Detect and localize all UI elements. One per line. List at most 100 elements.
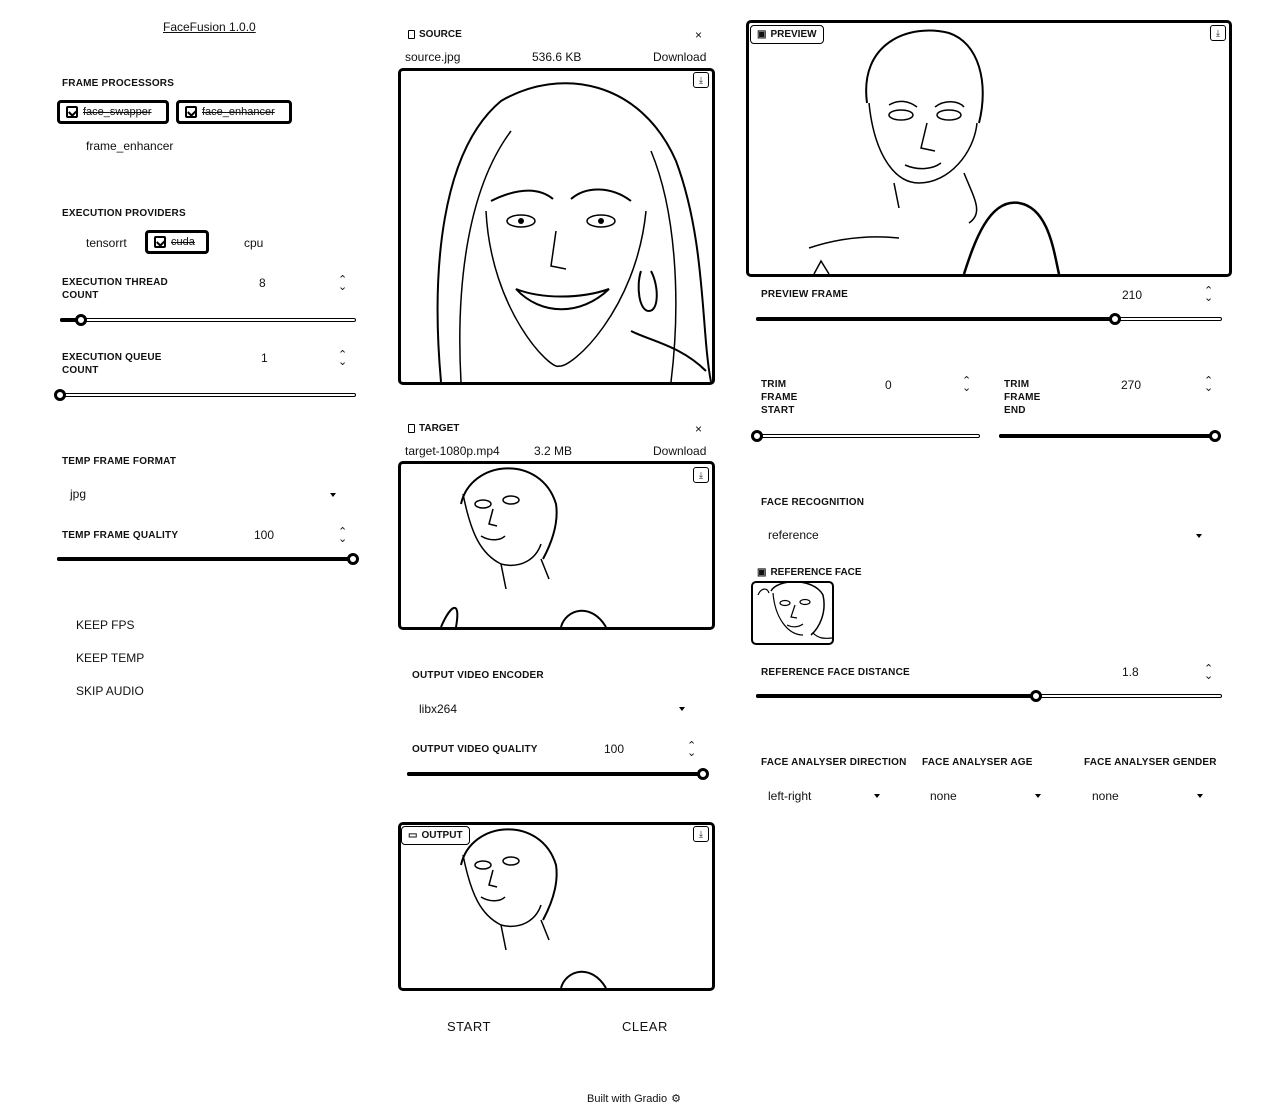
- cuda-checkbox[interactable]: cuda: [145, 230, 209, 254]
- frame-processors-label: FRAME PROCESSORS: [62, 78, 175, 89]
- slider-thumb[interactable]: [1108, 313, 1121, 325]
- stepper-icon[interactable]: ⌃ ⌄: [1204, 286, 1213, 304]
- skip-audio-checkbox[interactable]: SKIP AUDIO: [76, 684, 144, 698]
- file-icon: [408, 424, 415, 433]
- trim-frame-start-label: TRIM FRAME START: [761, 379, 798, 416]
- execution-thread-count-value[interactable]: 8: [259, 276, 266, 290]
- face-recognition-label: FACE RECOGNITION: [761, 497, 865, 508]
- slider-thumb[interactable]: [347, 553, 359, 565]
- trim-frame-start-value[interactable]: 0: [885, 378, 892, 392]
- temp-frame-quality-value[interactable]: 100: [254, 528, 274, 542]
- execution-thread-count-slider[interactable]: [60, 313, 356, 327]
- face-enhancer-label: face_enhancer: [202, 106, 275, 118]
- trim-frame-end-value[interactable]: 270: [1121, 378, 1141, 392]
- download-icon[interactable]: ⤓: [693, 826, 709, 842]
- stepper-icon[interactable]: ⌃ ⌄: [1204, 664, 1213, 682]
- chevron-down-icon[interactable]: [1035, 794, 1041, 798]
- trim-frame-start-slider[interactable]: [751, 429, 980, 443]
- target-download-link[interactable]: Download: [653, 444, 706, 458]
- close-icon[interactable]: ×: [695, 28, 702, 42]
- download-icon[interactable]: ⤓: [1210, 25, 1226, 41]
- chevron-down-icon[interactable]: [1196, 534, 1202, 538]
- execution-queue-count-slider[interactable]: [54, 388, 356, 402]
- output-video-quality-label: OUTPUT VIDEO QUALITY: [412, 744, 538, 755]
- gradio-logo-icon: ⚙: [671, 1093, 681, 1105]
- slider-fill: [756, 694, 1036, 698]
- output-video-encoder-value[interactable]: libx264: [419, 702, 457, 716]
- preview-frame-value[interactable]: 210: [1122, 288, 1142, 302]
- target-video[interactable]: [398, 461, 715, 630]
- output-video-quality-slider[interactable]: [407, 767, 709, 781]
- face-analyser-age-value[interactable]: none: [930, 789, 957, 803]
- video-icon: ▭: [408, 830, 418, 841]
- close-icon[interactable]: ×: [695, 422, 702, 436]
- execution-queue-count-label: EXECUTION QUEUE COUNT: [62, 352, 162, 376]
- reference-face-tag: ▣ REFERENCE FACE: [757, 567, 862, 578]
- slider-thumb[interactable]: [74, 314, 87, 326]
- stepper-icon[interactable]: ⌃ ⌄: [962, 376, 971, 394]
- source-download-link[interactable]: Download: [653, 50, 706, 64]
- stepper-icon[interactable]: ⌃ ⌄: [338, 527, 347, 545]
- temp-frame-quality-slider[interactable]: [57, 552, 359, 566]
- chevron-down-icon[interactable]: [679, 707, 685, 711]
- stepper-icon[interactable]: ⌃ ⌄: [1204, 376, 1213, 394]
- face-analyser-direction-value[interactable]: left-right: [768, 789, 811, 803]
- frame-enhancer-checkbox[interactable]: frame_enhancer: [86, 139, 173, 153]
- slider-fill: [999, 434, 1215, 438]
- slider-fill: [407, 772, 703, 776]
- download-icon[interactable]: ⤓: [693, 467, 709, 483]
- source-tag: SOURCE: [408, 29, 462, 40]
- slider-fill: [756, 317, 1115, 321]
- start-button[interactable]: START: [447, 1019, 491, 1034]
- slider-thumb[interactable]: [1209, 430, 1221, 442]
- cpu-checkbox[interactable]: cpu: [244, 236, 263, 250]
- preview-frame-slider[interactable]: [756, 312, 1222, 326]
- slider-thumb[interactable]: [751, 430, 763, 442]
- execution-thread-count-label: EXECUTION THREAD COUNT: [62, 277, 168, 301]
- tensorrt-checkbox[interactable]: tensorrt: [86, 236, 127, 250]
- source-image[interactable]: [398, 68, 715, 385]
- temp-frame-format-value[interactable]: jpg: [70, 487, 86, 501]
- execution-queue-count-value[interactable]: 1: [261, 351, 268, 365]
- image-icon: ▣: [757, 567, 767, 578]
- stepper-icon[interactable]: ⌃ ⌄: [338, 350, 347, 368]
- face-swapper-checkbox[interactable]: face_swapper: [57, 100, 169, 124]
- slider-thumb[interactable]: [54, 389, 66, 401]
- slider-thumb[interactable]: [1029, 690, 1042, 702]
- chevron-down-icon[interactable]: [330, 493, 336, 497]
- face-enhancer-checkbox[interactable]: face_enhancer: [176, 100, 292, 124]
- image-icon: ▣: [757, 29, 767, 40]
- face-analyser-gender-label: FACE ANALYSER GENDER: [1084, 757, 1217, 768]
- keep-fps-checkbox[interactable]: KEEP FPS: [76, 618, 134, 632]
- output-video[interactable]: [398, 822, 715, 991]
- clear-button[interactable]: CLEAR: [622, 1019, 668, 1034]
- preview-image[interactable]: [746, 20, 1232, 277]
- keep-temp-checkbox[interactable]: KEEP TEMP: [76, 651, 144, 665]
- temp-frame-format-label: TEMP FRAME FORMAT: [62, 456, 177, 467]
- target-filesize: 3.2 MB: [534, 444, 573, 458]
- face-analyser-gender-value[interactable]: none: [1092, 789, 1119, 803]
- download-icon[interactable]: ⤓: [693, 72, 709, 88]
- reference-face-distance-value[interactable]: 1.8: [1122, 665, 1139, 679]
- trim-frame-end-slider[interactable]: [999, 429, 1221, 443]
- face-swapper-label: face_swapper: [83, 106, 152, 118]
- reference-face-distance-slider[interactable]: [756, 689, 1222, 703]
- checkbox-checked-icon: [185, 106, 197, 118]
- footer-text[interactable]: Built with Gradio: [587, 1093, 667, 1105]
- chevron-down-icon[interactable]: [1197, 794, 1203, 798]
- stepper-icon[interactable]: ⌃ ⌄: [338, 275, 347, 293]
- slider-track: [757, 434, 980, 438]
- target-tag: TARGET: [408, 423, 459, 434]
- preview-face-image: [808, 29, 1061, 274]
- source-filesize: 536.6 KB: [532, 50, 582, 64]
- footer: Built with Gradio ⚙: [587, 1092, 681, 1106]
- stepper-icon[interactable]: ⌃ ⌄: [687, 741, 696, 759]
- chevron-down-icon[interactable]: [874, 794, 880, 798]
- slider-thumb[interactable]: [697, 768, 709, 780]
- output-video-quality-value[interactable]: 100: [604, 742, 624, 756]
- reference-face-thumbnail[interactable]: [751, 581, 834, 645]
- face-analyser-direction-label: FACE ANALYSER DIRECTION: [761, 757, 907, 768]
- face-recognition-value[interactable]: reference: [768, 528, 819, 542]
- cuda-label: cuda: [171, 236, 195, 248]
- checkbox-checked-icon: [154, 236, 166, 248]
